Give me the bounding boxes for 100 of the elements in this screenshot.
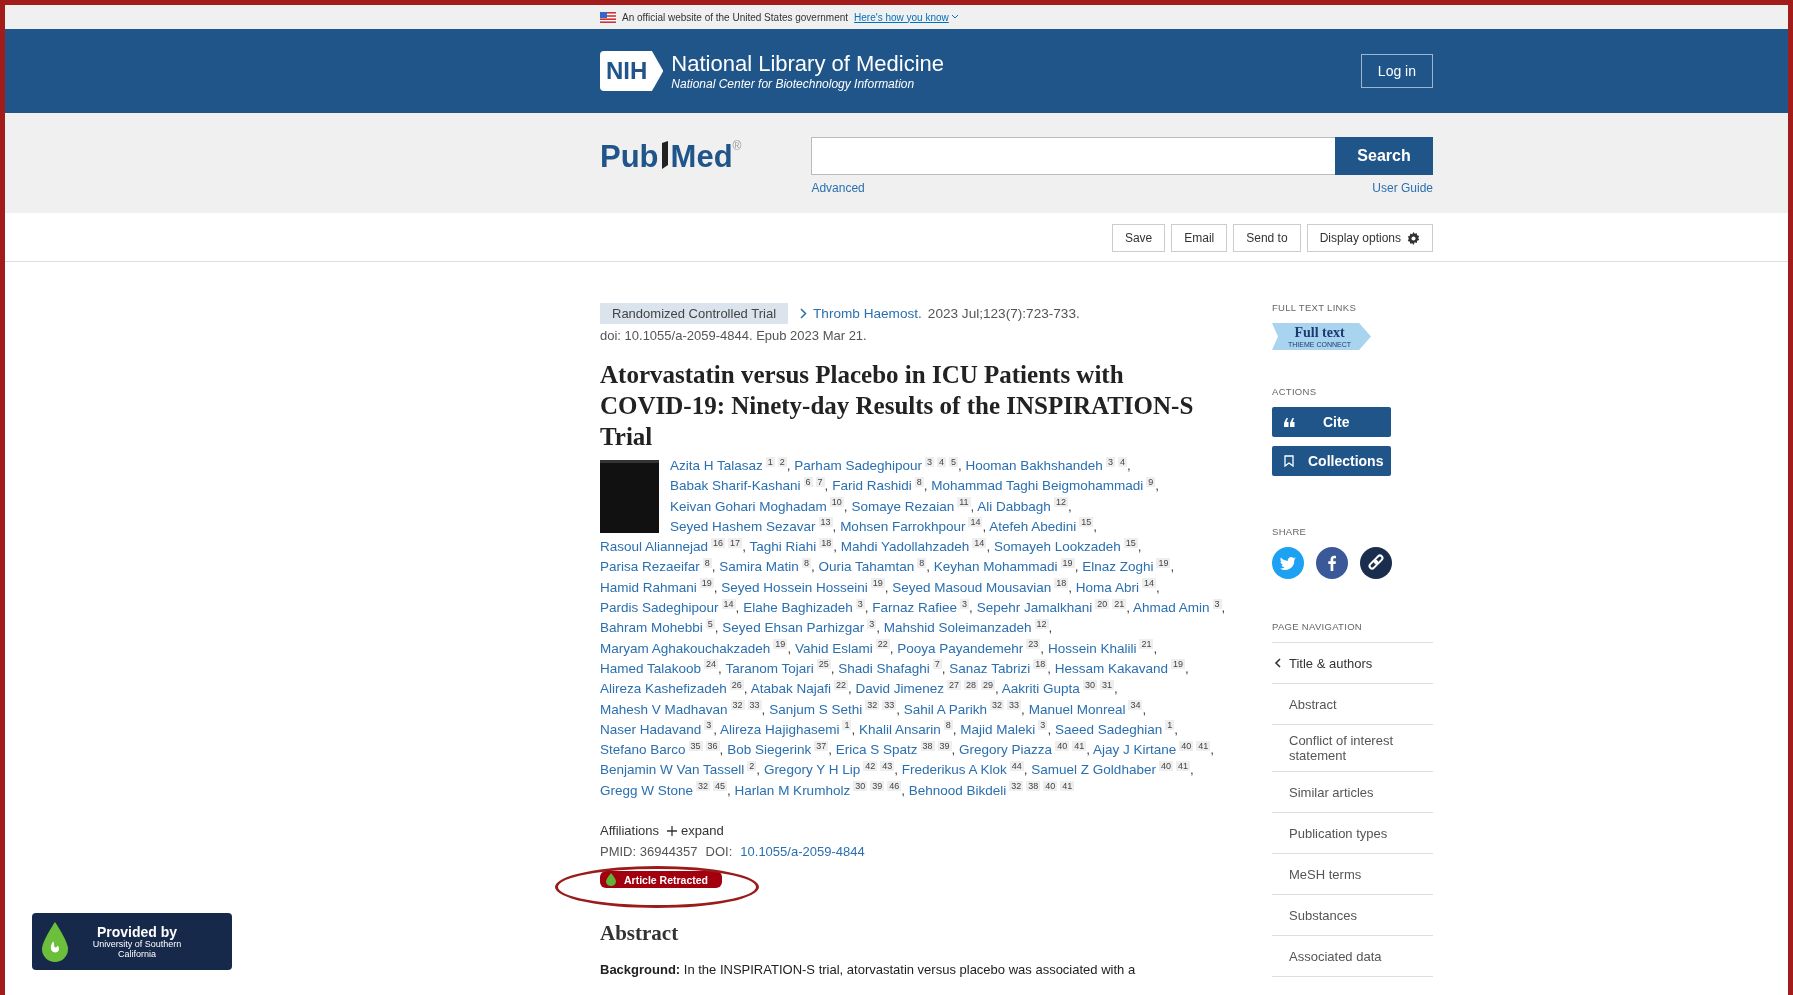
affiliation-number[interactable]: 8	[801, 558, 811, 568]
affiliation-number[interactable]: 43	[880, 760, 895, 771]
author-link[interactable]: Parham Sadeghipour	[794, 458, 922, 473]
author-link[interactable]: Elahe Baghizadeh	[743, 600, 853, 616]
affiliation-number[interactable]: 35	[688, 740, 703, 751]
author-link[interactable]: Hooman Bakhshandeh	[965, 458, 1103, 473]
affiliation-number[interactable]: 9	[1146, 476, 1156, 487]
author-link[interactable]: Atabak Najafi	[750, 681, 831, 697]
author-link[interactable]: Ahmad Amin	[1133, 600, 1210, 616]
author-link[interactable]: Seyed Masoud Mousavian	[892, 579, 1052, 595]
author-link[interactable]: Mahesh V Madhavan	[600, 701, 728, 717]
affiliation-number[interactable]: 3	[1105, 456, 1115, 467]
author-link[interactable]: Seyed Hossein Hosseini	[721, 579, 868, 595]
author-link[interactable]: Sanaz Tabrizi	[949, 660, 1031, 676]
author-link[interactable]: Hessam Kakavand	[1054, 660, 1168, 676]
page-navigation-item[interactable]: Publication types	[1272, 813, 1433, 854]
affiliation-number[interactable]: 7	[932, 659, 942, 670]
author-link[interactable]: Mohsen Farrokhpour	[840, 518, 966, 534]
journal-link[interactable]: Thromb Haemost.	[813, 305, 922, 321]
affiliation-number[interactable]: 8	[917, 558, 927, 568]
affiliation-number[interactable]: 39	[870, 781, 885, 792]
affiliation-number[interactable]: 41	[1060, 781, 1075, 792]
author-link[interactable]: Majid Maleki	[960, 721, 1036, 737]
affiliation-number[interactable]: 40	[1043, 781, 1058, 792]
affiliation-number[interactable]: 30	[1082, 679, 1097, 690]
expand-button[interactable]: expand	[667, 823, 724, 839]
affiliation-number[interactable]: 25	[816, 659, 831, 670]
affiliation-number[interactable]: 41	[1175, 760, 1190, 771]
affiliation-number[interactable]: 3	[704, 720, 714, 731]
author-link[interactable]: Harlan M Krumholz	[734, 782, 851, 798]
author-link[interactable]: Bob Siegerink	[727, 742, 812, 758]
affiliation-number[interactable]: 24	[704, 659, 719, 670]
pubmed-logo[interactable]: Pub Med$^{®}$	[600, 139, 742, 175]
author-link[interactable]: Benjamin W Van Tassell	[600, 762, 745, 778]
affiliation-number[interactable]: 32	[730, 700, 745, 711]
affiliation-number[interactable]: 42	[863, 760, 878, 771]
affiliation-number[interactable]: 4	[936, 456, 946, 467]
author-link[interactable]: Seyed Hashem Sezavar	[670, 518, 816, 534]
affiliation-number[interactable]: 19	[699, 578, 714, 589]
affiliation-number[interactable]: 33	[747, 700, 762, 711]
author-link[interactable]: Maryam Aghakouchakzadeh	[600, 640, 771, 656]
affiliation-number[interactable]: 4	[1117, 456, 1127, 467]
affiliation-number[interactable]: 14	[972, 537, 987, 548]
page-navigation-item[interactable]: Conflict of interest statement	[1272, 725, 1433, 772]
login-button[interactable]: Log in	[1360, 54, 1433, 88]
author-link[interactable]: Frederikus A Klok	[901, 762, 1007, 778]
affiliation-number[interactable]: 14	[1141, 578, 1156, 589]
author-link[interactable]: Gregory Y H Lip	[763, 762, 861, 778]
affiliation-number[interactable]: 40	[1158, 760, 1173, 771]
provider-badge[interactable]: Provided by University of Southern California	[32, 913, 232, 970]
affiliation-number[interactable]: 38	[1026, 781, 1041, 792]
facebook-icon[interactable]	[1316, 547, 1348, 579]
author-link[interactable]: Ouria Tahamtan	[818, 559, 915, 575]
author-link[interactable]: Rasoul Aliannejad	[600, 539, 709, 555]
author-link[interactable]: Bahram Mohebbi	[600, 620, 703, 636]
author-link[interactable]: Pooya Payandemehr	[897, 640, 1024, 656]
affiliation-number[interactable]: 7	[815, 476, 825, 487]
publication-type-tag[interactable]: Randomized Controlled Trial	[600, 302, 789, 324]
affiliation-number[interactable]: 8	[702, 558, 712, 568]
author-link[interactable]: Parisa Rezaeifar	[600, 559, 700, 575]
author-link[interactable]: Gregg W Stone	[600, 782, 694, 798]
author-link[interactable]: Shadi Shafaghi	[838, 660, 930, 676]
author-link[interactable]: Stefano Barco	[600, 742, 686, 758]
affiliation-number[interactable]: 33	[1007, 700, 1022, 711]
author-link[interactable]: Ali Dabbagh	[977, 498, 1051, 514]
author-link[interactable]: Pardis Sadeghipour	[600, 600, 719, 616]
affiliation-number[interactable]: 8	[914, 476, 924, 487]
search-field[interactable]	[811, 137, 1335, 175]
affiliation-number[interactable]: 14	[721, 598, 736, 609]
author-link[interactable]: Sanjum S Sethi	[769, 701, 863, 717]
affiliation-number[interactable]: 1	[765, 456, 775, 467]
affiliation-number[interactable]: 15	[1123, 537, 1138, 548]
toolbar-button[interactable]: Email	[1171, 224, 1228, 252]
affiliation-number[interactable]: 44	[1009, 760, 1024, 771]
affiliation-number[interactable]: 45	[713, 781, 728, 792]
author-link[interactable]: Taranom Tojari	[725, 660, 814, 676]
author-link[interactable]: Ajay J Kirtane	[1092, 742, 1177, 758]
affiliation-number[interactable]: 32	[1009, 781, 1024, 792]
affiliation-number[interactable]: 22	[833, 679, 848, 690]
affiliation-number[interactable]: 3	[855, 598, 865, 609]
affiliation-number[interactable]: 3	[1038, 720, 1048, 731]
affiliation-number[interactable]: 22	[875, 639, 890, 650]
affiliation-number[interactable]: 21	[1112, 598, 1127, 609]
affiliation-number[interactable]: 5	[949, 456, 958, 467]
affiliation-number[interactable]: 18	[819, 537, 834, 548]
affiliation-number[interactable]: 19	[870, 578, 885, 589]
author-link[interactable]: Homa Abri	[1075, 579, 1139, 595]
affiliation-number[interactable]: 40	[1179, 740, 1194, 751]
affiliation-number[interactable]: 29	[981, 679, 996, 690]
affiliation-number[interactable]: 3	[1212, 598, 1222, 609]
author-link[interactable]: Erica S Spatz	[835, 742, 918, 758]
affiliation-number[interactable]: 18	[1054, 578, 1069, 589]
author-link[interactable]: Seyed Ehsan Parhizgar	[722, 620, 865, 636]
toolbar-button[interactable]: Send to	[1233, 224, 1301, 252]
affiliation-number[interactable]: 3	[924, 456, 934, 467]
page-navigation-item[interactable]: Associated data	[1272, 936, 1433, 977]
author-link[interactable]: Babak Sharif-Kashani	[670, 478, 801, 494]
link-icon[interactable]	[1360, 547, 1392, 579]
author-link[interactable]: Farid Rashidi	[832, 478, 912, 494]
search-button[interactable]: Search	[1335, 137, 1433, 175]
